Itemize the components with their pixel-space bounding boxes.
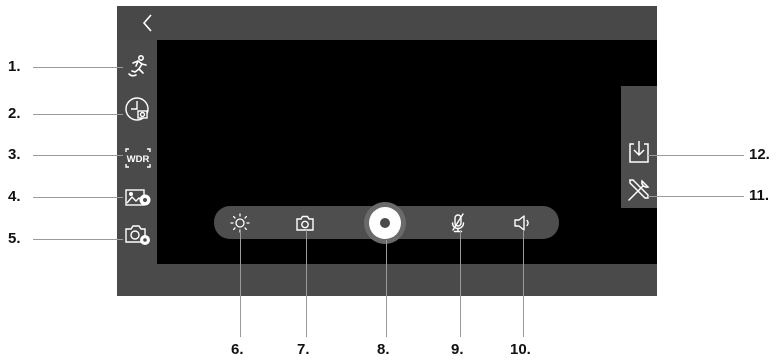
callout-11: 11.	[749, 187, 770, 204]
callout-3: 3.	[8, 146, 21, 163]
microphone-button[interactable]	[447, 212, 469, 234]
leader-line-1	[33, 67, 123, 68]
callout-10: 10.	[510, 341, 531, 358]
camera-gear-icon	[125, 225, 150, 245]
control-bar	[214, 202, 559, 244]
callout-8: 8.	[377, 341, 390, 358]
wdr-button[interactable]: WDR	[123, 144, 153, 172]
leader-line-9	[460, 230, 461, 337]
leader-line-10	[523, 230, 524, 337]
running-person-icon	[128, 54, 147, 77]
camera-app-screen: WDR	[117, 6, 657, 296]
snapshot-button[interactable]	[294, 212, 316, 234]
leader-line-12	[648, 155, 744, 156]
top-bar	[117, 6, 657, 40]
callout-6: 6.	[231, 341, 244, 358]
leader-line-4	[33, 197, 123, 198]
wdr-label: WDR	[127, 154, 150, 165]
image-settings-button[interactable]	[123, 184, 153, 212]
wdr-icon: WDR	[125, 148, 151, 168]
leader-line-8	[386, 240, 387, 337]
callout-9: 9.	[451, 341, 464, 358]
leader-line-2	[33, 114, 123, 115]
left-toolbar: WDR	[117, 40, 157, 264]
tools-button[interactable]	[625, 176, 653, 204]
callout-7: 7.	[297, 341, 310, 358]
leader-line-5	[33, 239, 123, 240]
download-button[interactable]	[625, 138, 653, 166]
tools-icon	[628, 179, 650, 201]
leader-line-7	[306, 230, 307, 337]
callout-12: 12.	[749, 146, 770, 163]
scheduled-capture-button[interactable]	[123, 95, 153, 123]
callout-1: 1.	[8, 58, 21, 75]
record-button[interactable]	[364, 202, 406, 244]
record-icon	[369, 207, 401, 239]
clock-camera-icon	[125, 97, 149, 121]
camera-settings-button[interactable]	[123, 220, 153, 248]
download-icon	[629, 141, 649, 163]
camera-icon	[296, 215, 314, 231]
right-toolbar	[621, 86, 657, 208]
record-center-dot	[380, 218, 390, 228]
callout-2: 2.	[8, 105, 21, 122]
motion-detection-button[interactable]	[123, 53, 153, 81]
leader-line-3	[33, 155, 123, 156]
chevron-left-icon	[142, 14, 152, 32]
leader-line-6	[240, 230, 241, 337]
image-gear-icon	[125, 189, 151, 206]
callout-4: 4.	[8, 188, 21, 205]
back-button[interactable]	[137, 12, 161, 34]
callout-5: 5.	[8, 230, 21, 247]
leader-line-11	[648, 196, 744, 197]
microphone-mute-icon	[451, 213, 465, 233]
